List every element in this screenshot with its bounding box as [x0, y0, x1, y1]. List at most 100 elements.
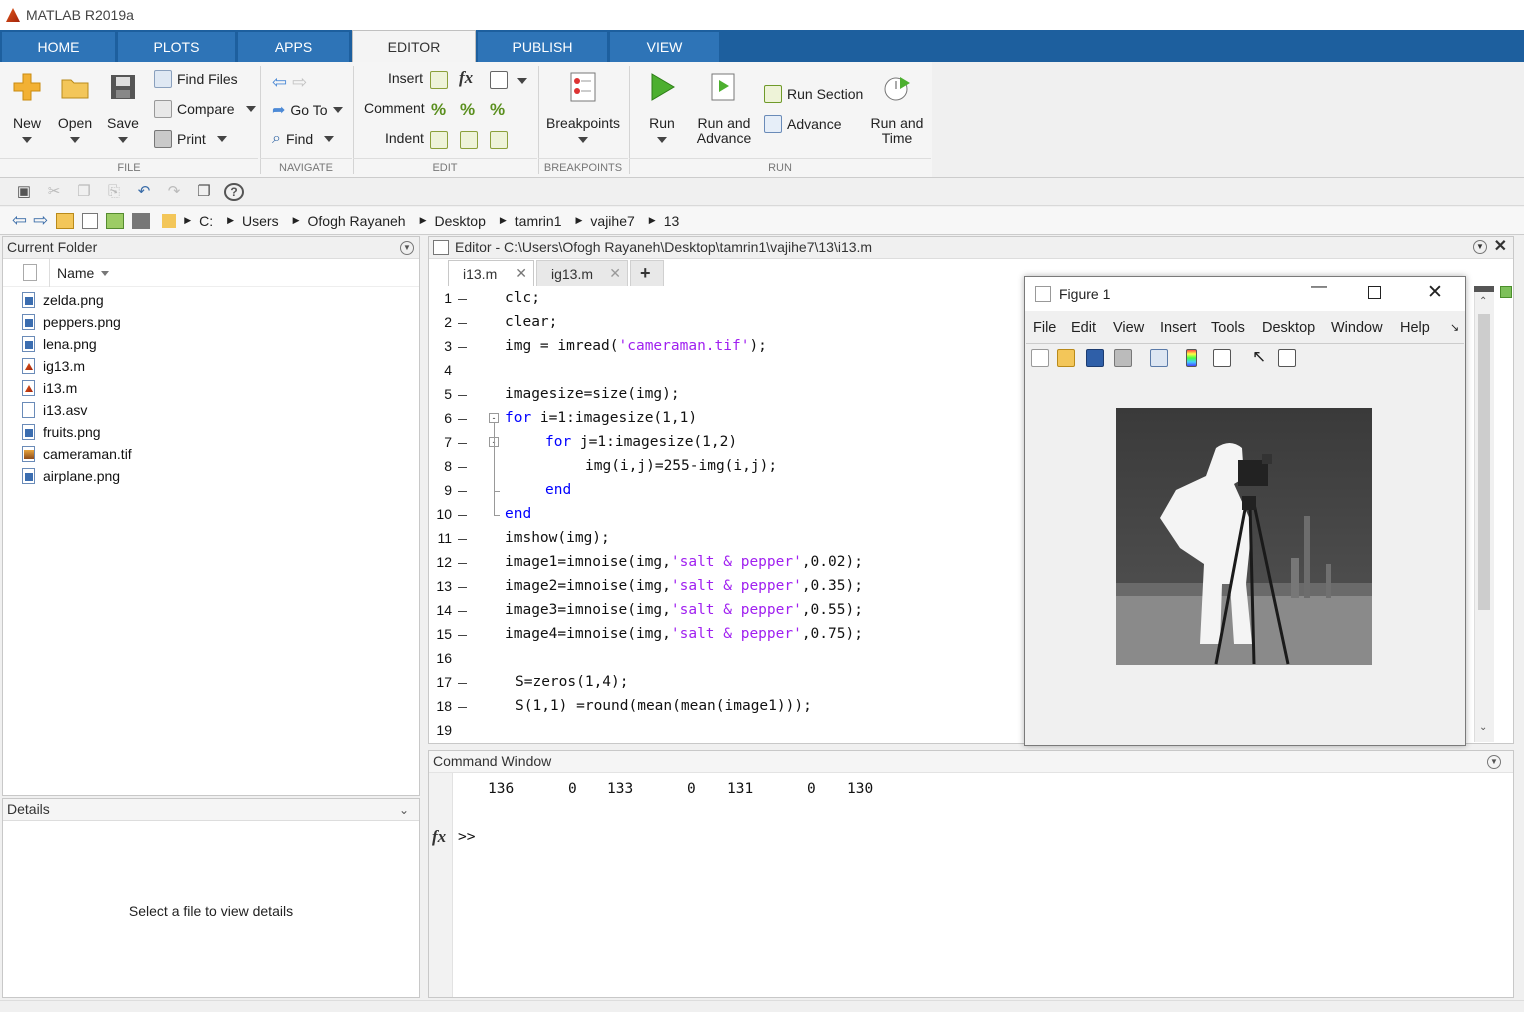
scroll-thumb[interactable] [1478, 314, 1490, 610]
refresh-folder-icon[interactable] [106, 212, 125, 229]
code-line[interactable]: image2=imnoise(img,'salt & pepper',0.35)… [505, 578, 863, 594]
command-menu-icon[interactable]: ▼ [1487, 755, 1501, 769]
command-prompt[interactable]: >> [458, 829, 475, 845]
redo-icon[interactable]: ↷ [164, 183, 184, 201]
file-item[interactable]: i13.asv [22, 400, 87, 420]
figure-menu-edit[interactable]: Edit [1071, 320, 1096, 336]
file-item[interactable]: cameraman.tif [22, 444, 132, 464]
crumb-vajihe7[interactable]: vajihe7 [590, 213, 634, 229]
pointer-icon[interactable]: ↖ [1252, 347, 1266, 367]
code-line[interactable]: end [505, 506, 531, 522]
function-browser-icon[interactable]: fx [432, 827, 446, 847]
print-figure-icon[interactable] [1114, 349, 1132, 367]
open-file-icon[interactable] [1057, 349, 1075, 367]
link-plot-icon[interactable] [1150, 349, 1168, 367]
tab-editor[interactable]: EDITOR [352, 30, 476, 62]
tab-home[interactable]: HOME [2, 32, 116, 62]
colorbar-icon[interactable] [1186, 349, 1197, 367]
code-line[interactable]: imagesize=size(img); [505, 386, 680, 402]
legend-icon[interactable] [1213, 349, 1231, 367]
code-line[interactable]: image1=imnoise(img,'salt & pepper',0.02)… [505, 554, 863, 570]
find-files-button[interactable]: Find Files [154, 70, 238, 88]
crumb-tamrin1[interactable]: tamrin1 [515, 213, 562, 229]
open-button[interactable]: Open [56, 70, 94, 143]
figure-menu-insert[interactable]: Insert [1160, 320, 1196, 336]
figure-menu-desktop[interactable]: Desktop [1262, 320, 1315, 336]
code-analyzer-status-icon[interactable] [1500, 286, 1512, 298]
copy-icon[interactable]: ❐ [74, 183, 94, 201]
file-item[interactable]: i13.m [22, 378, 77, 398]
close-tab-icon[interactable]: ✕ [515, 265, 527, 282]
figure-menu-file[interactable]: File [1033, 320, 1056, 336]
new-tab-button[interactable]: + [630, 260, 664, 286]
editor-menu-icon[interactable]: ▼ [1473, 240, 1487, 254]
breakpoints-button[interactable]: Breakpoints [546, 70, 620, 143]
tab-view[interactable]: VIEW [610, 32, 720, 62]
crumb-desktop[interactable]: Desktop [435, 213, 486, 229]
help-icon[interactable]: ? [224, 183, 244, 201]
close-tab-icon[interactable]: ✕ [609, 265, 621, 282]
indent-button[interactable]: Indent [385, 130, 424, 146]
editor-scrollbar[interactable]: ⌃ ⌄ [1474, 286, 1494, 742]
undo-icon[interactable]: ↶ [134, 183, 154, 201]
code-line[interactable]: S(1,1) =round(mean(mean(image1))); [515, 698, 812, 714]
fold-collapse-icon[interactable]: - [489, 413, 499, 423]
browse-folder-icon[interactable] [82, 212, 99, 229]
goto-button[interactable]: ➦ Go To [272, 100, 343, 120]
save-icon[interactable]: ▣ [14, 183, 34, 201]
code-line[interactable]: image3=imnoise(img,'salt & pepper',0.55)… [505, 602, 863, 618]
tab-publish[interactable]: PUBLISH [478, 32, 608, 62]
print-button[interactable]: Print [154, 130, 227, 148]
details-header[interactable]: Details ⌄ [3, 799, 419, 821]
scroll-up-icon[interactable]: ⌃ [1479, 296, 1487, 307]
figure-menu-window[interactable]: Window [1331, 320, 1383, 336]
uncomment-icon[interactable]: % [460, 100, 475, 120]
new-button[interactable]: New [8, 70, 46, 143]
new-figure-icon[interactable] [1031, 349, 1049, 367]
file-item[interactable]: zelda.png [22, 290, 104, 310]
comment-button[interactable]: Comment [364, 100, 425, 116]
code-line[interactable]: end [545, 482, 571, 498]
code-line[interactable]: clc; [505, 290, 540, 306]
up-folder-icon[interactable] [56, 212, 75, 229]
crumb-user[interactable]: Ofogh Rayaneh [308, 213, 406, 229]
paste-icon[interactable]: ⎘ [104, 183, 124, 201]
property-inspector-icon[interactable] [1278, 349, 1296, 367]
figure-menu-tools[interactable]: Tools [1211, 320, 1245, 336]
insert-function-icon[interactable] [490, 71, 508, 89]
scroll-down-icon[interactable]: ⌄ [1479, 722, 1487, 733]
cut-icon[interactable]: ✂ [44, 183, 64, 201]
compare-button[interactable]: Compare [154, 100, 256, 118]
code-line[interactable]: imshow(img); [505, 530, 610, 546]
close-icon[interactable]: ✕ [1427, 281, 1443, 304]
code-line[interactable]: S=zeros(1,4); [515, 674, 629, 690]
insert-button[interactable]: Insert [388, 70, 423, 86]
tab-ig13[interactable]: ig13.m ✕ [536, 260, 628, 286]
insert-dropdown-icon[interactable] [517, 78, 527, 84]
name-column-header[interactable]: Name [57, 265, 94, 281]
code-line[interactable]: for j=1:imagesize(1,2) [545, 434, 737, 450]
run-and-advance-button[interactable]: Run and Advance [694, 70, 754, 146]
figure-menu-view[interactable]: View [1113, 320, 1144, 336]
figure-menu-help[interactable]: Help [1400, 320, 1430, 336]
advance-button[interactable]: Advance [764, 115, 841, 133]
code-line[interactable]: clear; [505, 314, 557, 330]
insert-section-icon[interactable] [430, 71, 448, 89]
run-section-button[interactable]: Run Section [764, 85, 863, 103]
fx-icon[interactable]: fx [459, 68, 473, 88]
file-item[interactable]: airplane.png [22, 466, 120, 486]
switch-windows-icon[interactable]: ❐ [194, 183, 214, 201]
chevron-down-icon[interactable]: ⌄ [399, 800, 409, 821]
smart-indent-icon[interactable] [430, 131, 448, 149]
code-line[interactable]: img(i,j)=255-img(i,j); [585, 458, 777, 474]
crumb-drive[interactable]: C: [199, 213, 213, 229]
decrease-indent-icon[interactable] [490, 131, 508, 149]
maximize-icon[interactable] [1368, 286, 1381, 299]
tab-plots[interactable]: PLOTS [118, 32, 236, 62]
crumb-13[interactable]: 13 [664, 213, 680, 229]
comment-icon[interactable]: % [431, 100, 446, 120]
increase-indent-icon[interactable] [460, 131, 478, 149]
folder-options-icon[interactable] [132, 212, 151, 229]
split-handle[interactable] [1474, 286, 1494, 292]
minimize-icon[interactable]: — [1311, 278, 1327, 296]
